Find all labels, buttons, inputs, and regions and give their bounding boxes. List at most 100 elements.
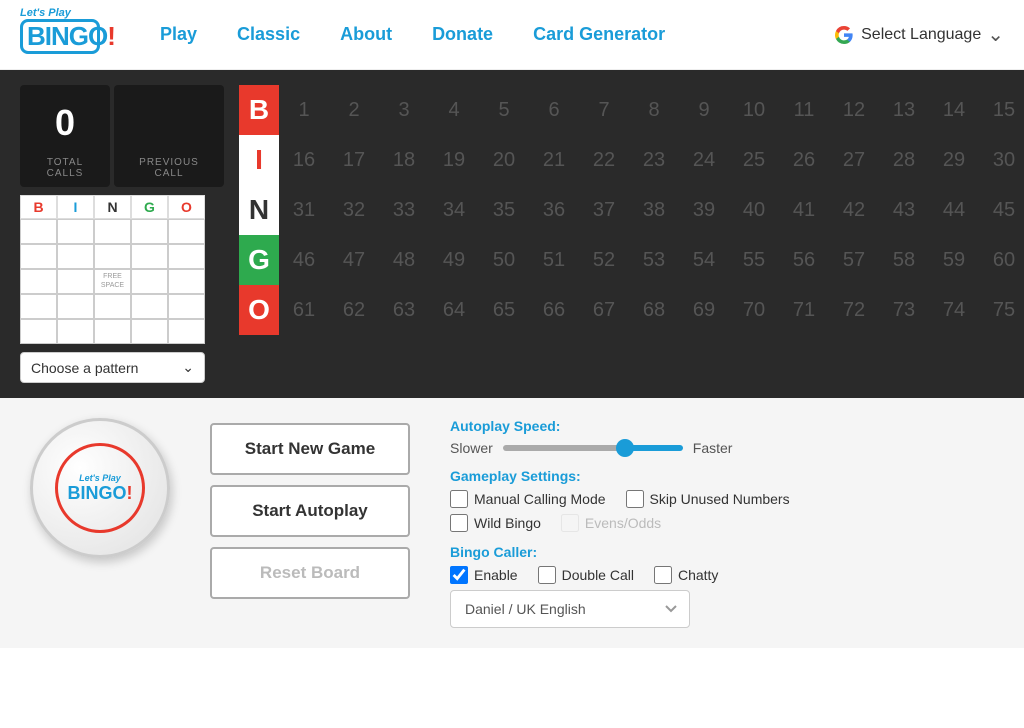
number-23[interactable]: 23 bbox=[629, 135, 679, 185]
number-53[interactable]: 53 bbox=[629, 235, 679, 285]
number-61[interactable]: 61 bbox=[279, 285, 329, 335]
number-74[interactable]: 74 bbox=[929, 285, 979, 335]
autoplay-speed-slider[interactable] bbox=[503, 445, 683, 451]
number-20[interactable]: 20 bbox=[479, 135, 529, 185]
number-34[interactable]: 34 bbox=[429, 185, 479, 235]
bingo-cell[interactable] bbox=[94, 219, 131, 244]
number-60[interactable]: 60 bbox=[979, 235, 1024, 285]
number-32[interactable]: 32 bbox=[329, 185, 379, 235]
number-75[interactable]: 75 bbox=[979, 285, 1024, 335]
bingo-cell[interactable] bbox=[168, 319, 205, 344]
bingo-cell[interactable] bbox=[168, 219, 205, 244]
number-19[interactable]: 19 bbox=[429, 135, 479, 185]
number-66[interactable]: 66 bbox=[529, 285, 579, 335]
number-31[interactable]: 31 bbox=[279, 185, 329, 235]
number-54[interactable]: 54 bbox=[679, 235, 729, 285]
bingo-cell[interactable] bbox=[168, 269, 205, 294]
logo[interactable]: Let's Play BINGO! bbox=[20, 7, 100, 62]
bingo-cell[interactable] bbox=[168, 244, 205, 269]
number-44[interactable]: 44 bbox=[929, 185, 979, 235]
number-46[interactable]: 46 bbox=[279, 235, 329, 285]
number-3[interactable]: 3 bbox=[379, 85, 429, 135]
number-28[interactable]: 28 bbox=[879, 135, 929, 185]
bingo-cell[interactable] bbox=[20, 244, 57, 269]
bingo-cell[interactable] bbox=[131, 319, 168, 344]
chatty-option[interactable]: Chatty bbox=[654, 566, 718, 584]
bingo-cell[interactable] bbox=[94, 244, 131, 269]
number-1[interactable]: 1 bbox=[279, 85, 329, 135]
bingo-cell[interactable] bbox=[131, 244, 168, 269]
bingo-cell[interactable] bbox=[20, 294, 57, 319]
number-9[interactable]: 9 bbox=[679, 85, 729, 135]
number-35[interactable]: 35 bbox=[479, 185, 529, 235]
bingo-cell[interactable] bbox=[94, 319, 131, 344]
nav-donate[interactable]: Donate bbox=[432, 24, 493, 45]
number-55[interactable]: 55 bbox=[729, 235, 779, 285]
number-14[interactable]: 14 bbox=[929, 85, 979, 135]
number-57[interactable]: 57 bbox=[829, 235, 879, 285]
number-39[interactable]: 39 bbox=[679, 185, 729, 235]
number-33[interactable]: 33 bbox=[379, 185, 429, 235]
number-42[interactable]: 42 bbox=[829, 185, 879, 235]
number-2[interactable]: 2 bbox=[329, 85, 379, 135]
number-22[interactable]: 22 bbox=[579, 135, 629, 185]
number-8[interactable]: 8 bbox=[629, 85, 679, 135]
number-6[interactable]: 6 bbox=[529, 85, 579, 135]
bingo-cell[interactable] bbox=[20, 219, 57, 244]
bingo-cell[interactable] bbox=[131, 294, 168, 319]
bingo-cell[interactable] bbox=[131, 219, 168, 244]
number-4[interactable]: 4 bbox=[429, 85, 479, 135]
nav-card-generator[interactable]: Card Generator bbox=[533, 24, 665, 45]
bingo-cell[interactable] bbox=[20, 319, 57, 344]
number-11[interactable]: 11 bbox=[779, 85, 829, 135]
nav-play[interactable]: Play bbox=[160, 24, 197, 45]
double-call-option[interactable]: Double Call bbox=[538, 566, 634, 584]
language-select-button[interactable]: Select Language ⌄ bbox=[861, 22, 1004, 47]
number-41[interactable]: 41 bbox=[779, 185, 829, 235]
number-43[interactable]: 43 bbox=[879, 185, 929, 235]
number-16[interactable]: 16 bbox=[279, 135, 329, 185]
number-70[interactable]: 70 bbox=[729, 285, 779, 335]
number-21[interactable]: 21 bbox=[529, 135, 579, 185]
number-68[interactable]: 68 bbox=[629, 285, 679, 335]
number-49[interactable]: 49 bbox=[429, 235, 479, 285]
bingo-cell[interactable] bbox=[57, 219, 94, 244]
enable-caller-checkbox[interactable] bbox=[450, 566, 468, 584]
number-69[interactable]: 69 bbox=[679, 285, 729, 335]
number-58[interactable]: 58 bbox=[879, 235, 929, 285]
bingo-cell[interactable] bbox=[20, 269, 57, 294]
number-15[interactable]: 15 bbox=[979, 85, 1024, 135]
number-45[interactable]: 45 bbox=[979, 185, 1024, 235]
number-63[interactable]: 63 bbox=[379, 285, 429, 335]
number-64[interactable]: 64 bbox=[429, 285, 479, 335]
nav-classic[interactable]: Classic bbox=[237, 24, 300, 45]
number-73[interactable]: 73 bbox=[879, 285, 929, 335]
number-7[interactable]: 7 bbox=[579, 85, 629, 135]
start-new-game-button[interactable]: Start New Game bbox=[210, 423, 410, 475]
number-13[interactable]: 13 bbox=[879, 85, 929, 135]
number-38[interactable]: 38 bbox=[629, 185, 679, 235]
manual-calling-checkbox[interactable] bbox=[450, 490, 468, 508]
number-47[interactable]: 47 bbox=[329, 235, 379, 285]
start-autoplay-button[interactable]: Start Autoplay bbox=[210, 485, 410, 537]
bingo-cell[interactable] bbox=[94, 294, 131, 319]
number-62[interactable]: 62 bbox=[329, 285, 379, 335]
pattern-dropdown[interactable]: Choose a pattern ⌄ bbox=[20, 352, 205, 383]
bingo-cell[interactable] bbox=[131, 269, 168, 294]
number-24[interactable]: 24 bbox=[679, 135, 729, 185]
number-56[interactable]: 56 bbox=[779, 235, 829, 285]
bingo-cell[interactable] bbox=[57, 244, 94, 269]
chatty-checkbox[interactable] bbox=[654, 566, 672, 584]
skip-unused-checkbox[interactable] bbox=[626, 490, 644, 508]
number-37[interactable]: 37 bbox=[579, 185, 629, 235]
number-65[interactable]: 65 bbox=[479, 285, 529, 335]
reset-board-button[interactable]: Reset Board bbox=[210, 547, 410, 599]
bingo-cell[interactable] bbox=[57, 294, 94, 319]
evens-odds-checkbox[interactable] bbox=[561, 514, 579, 532]
number-48[interactable]: 48 bbox=[379, 235, 429, 285]
number-52[interactable]: 52 bbox=[579, 235, 629, 285]
number-72[interactable]: 72 bbox=[829, 285, 879, 335]
number-10[interactable]: 10 bbox=[729, 85, 779, 135]
double-call-checkbox[interactable] bbox=[538, 566, 556, 584]
wild-bingo-checkbox[interactable] bbox=[450, 514, 468, 532]
